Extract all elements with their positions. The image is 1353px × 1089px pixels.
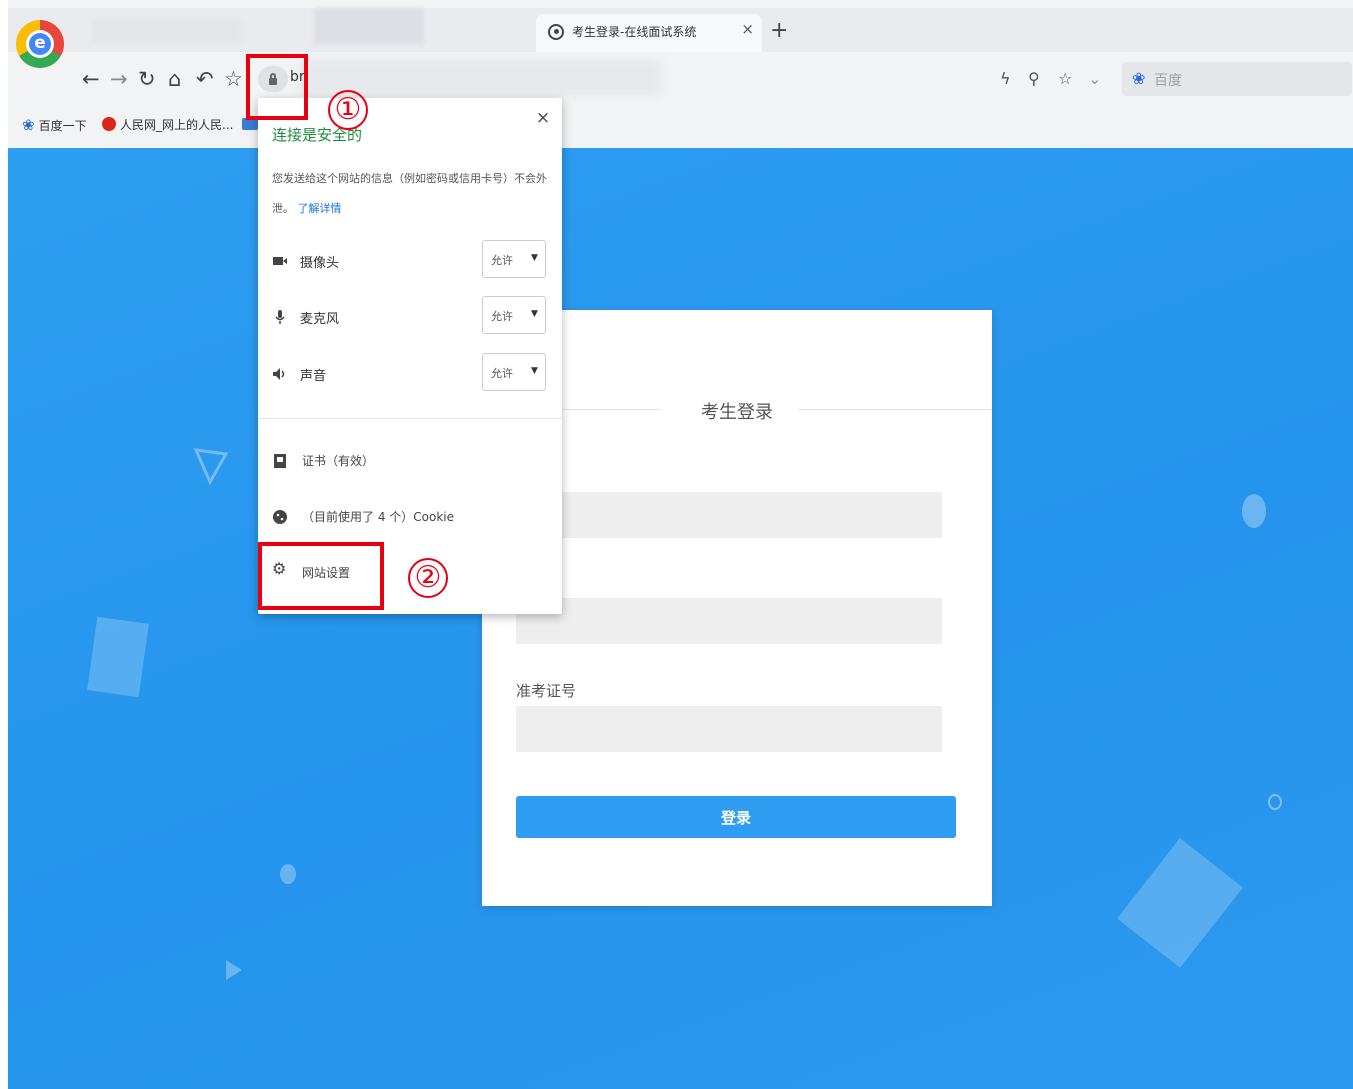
microphone-permission-select[interactable]: 允许 ▼ bbox=[482, 296, 546, 334]
triangle-decoration bbox=[193, 448, 229, 486]
permission-row-sound: 声音 允许 ▼ bbox=[272, 353, 548, 395]
dropdown-caret-icon: ▼ bbox=[531, 309, 538, 319]
camera-permission-select[interactable]: 允许 ▼ bbox=[482, 240, 546, 278]
dot-decoration bbox=[280, 864, 296, 884]
favorite-icon[interactable]: ☆ bbox=[1058, 64, 1072, 94]
forward-icon[interactable]: → bbox=[110, 64, 128, 94]
back-icon[interactable]: ← bbox=[82, 64, 100, 94]
bookmarks-bar: ❀ 百度一下 人民网_网上的人民... bbox=[8, 104, 1353, 148]
step-number-1: ① bbox=[328, 90, 368, 130]
highlight-box-step2 bbox=[258, 542, 384, 610]
learn-more-link[interactable]: 了解详情 bbox=[298, 202, 342, 215]
name-field[interactable] bbox=[516, 492, 942, 538]
sound-permission-select[interactable]: 允许 ▼ bbox=[482, 353, 546, 391]
browser-logo-icon: e bbox=[16, 20, 64, 88]
id-number-field[interactable] bbox=[516, 598, 942, 644]
tab-strip: 考生登录-在线面试系统 × + bbox=[8, 8, 1353, 52]
dot-decoration bbox=[1242, 494, 1266, 528]
tab-title: 考生登录-在线面试系统 bbox=[572, 25, 697, 39]
camera-icon bbox=[273, 257, 287, 265]
new-tab-button[interactable]: + bbox=[770, 20, 788, 42]
permission-row-microphone: 麦克风 允许 ▼ bbox=[272, 296, 548, 338]
play-decoration bbox=[226, 960, 242, 980]
cookies-row[interactable]: （目前使用了 4 个）Cookie bbox=[272, 502, 548, 532]
people-logo-icon bbox=[102, 117, 116, 131]
cookies-label: （目前使用了 4 个）Cookie bbox=[302, 510, 454, 524]
speaker-icon bbox=[273, 368, 285, 380]
bookmark-people[interactable]: 人民网_网上的人民... bbox=[102, 116, 233, 133]
step-number-2: ② bbox=[408, 558, 448, 598]
home-icon[interactable]: ⌂ bbox=[168, 64, 181, 94]
permission-row-camera: 摄像头 允许 ▼ bbox=[272, 240, 548, 282]
permission-label: 麦克风 bbox=[300, 312, 340, 327]
certificate-label: 证书（有效） bbox=[302, 454, 375, 468]
search-engine-label: 百度 bbox=[1154, 73, 1182, 89]
admission-number-label: 准考证号 bbox=[516, 682, 577, 700]
site-info-popup: 连接是安全的 × 您发送给这个网站的信息（例如密码或信用卡号）不会外泄。 了解详… bbox=[258, 98, 562, 614]
divider bbox=[258, 418, 562, 419]
zoom-icon[interactable]: ⚲ bbox=[1028, 64, 1040, 94]
security-description: 您发送给这个网站的信息（例如密码或信用卡号）不会外泄。 了解详情 bbox=[272, 172, 547, 215]
screenshot-root: 考生登录-在线面试系统 × + e ← → ↻ ⌂ ↶ ☆ br ϟ ⚲ ☆ ⌄… bbox=[0, 0, 1353, 1089]
certificate-icon bbox=[274, 454, 286, 468]
tab-active[interactable]: 考生登录-在线面试系统 × bbox=[536, 14, 762, 52]
dropdown-caret-icon: ▼ bbox=[531, 253, 538, 263]
chevron-down-icon[interactable]: ⌄ bbox=[1088, 64, 1101, 94]
microphone-icon bbox=[275, 310, 285, 324]
search-box[interactable]: ❀ 百度 bbox=[1122, 62, 1352, 96]
undo-icon[interactable]: ↶ bbox=[196, 64, 214, 94]
star-icon[interactable]: ☆ bbox=[224, 64, 243, 94]
square-decoration bbox=[87, 616, 149, 698]
ring-decoration bbox=[1268, 794, 1282, 810]
blurred-tab[interactable] bbox=[92, 18, 242, 44]
baidu-paw-icon: ❀ bbox=[1132, 69, 1146, 88]
tab-close-icon[interactable]: × bbox=[741, 20, 754, 38]
globe-icon bbox=[548, 24, 564, 40]
admission-number-field[interactable] bbox=[516, 706, 942, 752]
reload-icon[interactable]: ↻ bbox=[138, 64, 156, 94]
permission-label: 摄像头 bbox=[300, 256, 340, 271]
dropdown-caret-icon: ▼ bbox=[531, 366, 538, 376]
lightning-icon[interactable]: ϟ bbox=[1000, 64, 1011, 94]
login-button[interactable]: 登录 bbox=[516, 796, 956, 838]
baidu-paw-icon: ❀ bbox=[22, 116, 35, 134]
permission-label: 声音 bbox=[300, 369, 327, 384]
diamond-decoration bbox=[1117, 838, 1243, 968]
bookmark-baidu[interactable]: ❀ 百度一下 bbox=[22, 116, 87, 134]
highlight-box-step1 bbox=[246, 54, 308, 120]
close-icon[interactable]: × bbox=[532, 108, 554, 128]
cookie-icon bbox=[273, 510, 287, 524]
login-page: 考生登录 号 准考证号 登录 bbox=[8, 148, 1353, 1089]
certificate-row[interactable]: 证书（有效） bbox=[272, 446, 548, 476]
blurred-tab[interactable] bbox=[314, 8, 424, 44]
